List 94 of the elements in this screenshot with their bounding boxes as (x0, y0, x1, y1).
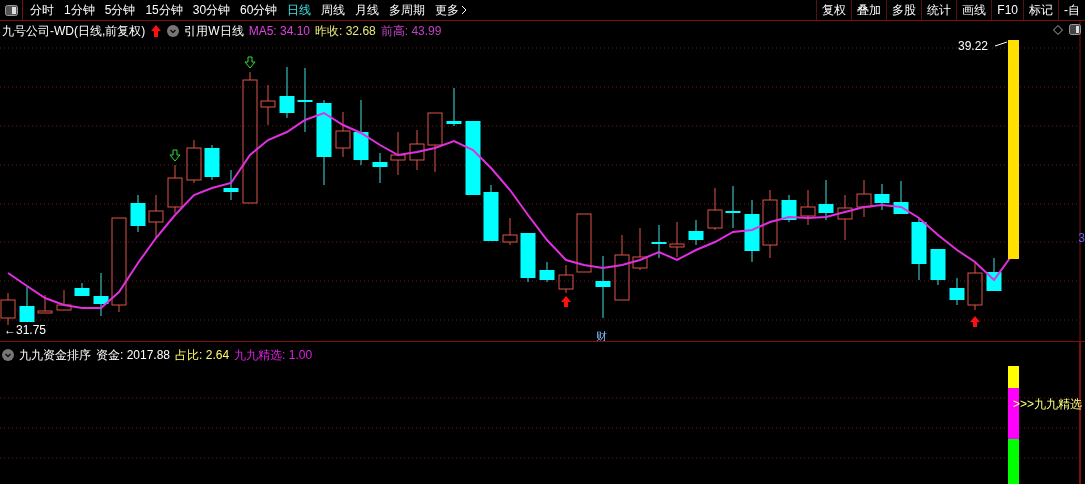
period-tab[interactable]: 1分钟 (59, 1, 100, 19)
candlestick (781, 194, 797, 223)
candlestick (725, 185, 741, 229)
indicator-name: 九九资金排序 (19, 347, 91, 364)
candlestick (893, 180, 909, 215)
indicator-value: MA5: 34.10 (248, 23, 311, 40)
candlestick (856, 179, 872, 218)
candlestick (707, 187, 723, 231)
indicator-value: 占比: 2.64 (175, 347, 230, 364)
candlestick (0, 292, 16, 326)
period-tab[interactable]: 5分钟 (99, 1, 141, 19)
toolbar-button[interactable]: -自 (1058, 0, 1085, 20)
candlestick (130, 194, 146, 233)
candlestick (93, 272, 109, 317)
candlestick (372, 152, 388, 184)
period-tab[interactable]: 多周期 (384, 1, 431, 19)
candlestick (669, 221, 685, 258)
candlestick (279, 66, 295, 119)
period-tab[interactable]: 分时 (25, 1, 59, 19)
price-label: 39.22 (958, 39, 989, 53)
period-tab[interactable]: 周线 (316, 1, 351, 19)
indicator-value: 九九精选: 1.00 (234, 347, 313, 364)
candlestick (186, 139, 202, 184)
candlestick (19, 286, 35, 323)
candlestick (353, 99, 369, 166)
candlestick (688, 219, 704, 246)
candlestick (595, 255, 611, 319)
candlestick (520, 232, 536, 283)
up-arrow-icon (561, 296, 571, 307)
panel-toggle-icon[interactable] (4, 4, 18, 16)
candlestick (390, 131, 406, 176)
indicator-value: 资金: 2017.88 (96, 347, 171, 364)
period-tab[interactable]: 月线 (350, 1, 385, 19)
axis-label: 3 (1078, 230, 1085, 247)
candlestick (260, 84, 276, 126)
period-tab[interactable]: 15分钟 (140, 1, 188, 19)
candlestick (762, 189, 778, 259)
toolbar-button[interactable]: 画线 (956, 0, 992, 20)
candlestick (56, 289, 72, 311)
candlestick (986, 257, 1002, 292)
candlestick (335, 111, 351, 158)
indicator-value: 前高: 43.99 (380, 23, 442, 40)
toolbar-button[interactable]: F10 (991, 0, 1023, 20)
period-tab[interactable]: 30分钟 (187, 1, 236, 19)
candlestick (148, 194, 164, 238)
event-marker[interactable]: 财 (596, 330, 607, 341)
candlestick (632, 227, 648, 271)
candlestick (74, 282, 90, 297)
indicator-value: 昨收: 32.68 (315, 23, 376, 40)
candlestick (949, 277, 965, 306)
chevron-circle-icon[interactable] (2, 349, 14, 361)
candlestick (558, 264, 574, 294)
toolbar-button[interactable]: 复权 (816, 0, 852, 20)
candlestick (427, 112, 443, 173)
candlestick (37, 294, 53, 314)
period-tab[interactable]: 日线 (282, 1, 317, 19)
candlestick (167, 164, 183, 214)
candlestick (409, 129, 425, 171)
leader-line (994, 41, 1008, 47)
candlestick (874, 183, 890, 211)
candlestick (539, 261, 555, 283)
candlestick (576, 213, 592, 273)
panel-toggle-icon[interactable] (1069, 24, 1081, 35)
candlestick (614, 234, 630, 301)
up-arrow-icon (970, 316, 980, 327)
candlestick (483, 184, 499, 242)
candlestick (911, 217, 927, 281)
toolbar-button[interactable]: 多股 (886, 0, 922, 20)
period-tab[interactable]: 更多 (430, 1, 473, 19)
toolbar-button[interactable]: 统计 (921, 0, 957, 20)
toolbar-button[interactable]: 叠加 (851, 0, 887, 20)
candlestick (502, 217, 518, 246)
candlestick (837, 194, 853, 241)
chevron-right-icon (461, 5, 468, 15)
price-label: ←31.75 (4, 323, 47, 337)
candlestick (744, 199, 760, 263)
candlestick (967, 261, 983, 311)
candlestick (800, 189, 816, 226)
candlestick (446, 87, 462, 127)
indicator-name: 引用W日线 (184, 23, 244, 40)
candlestick (930, 248, 946, 286)
candlestick (651, 224, 667, 259)
chevron-circle-icon[interactable] (167, 25, 180, 37)
down-arrow-icon (169, 149, 181, 162)
candlestick (204, 144, 220, 181)
candlestick (297, 67, 313, 133)
candlestick (818, 179, 834, 221)
diamond-icon[interactable] (1053, 24, 1063, 35)
toolbar-button[interactable]: 标记 (1023, 0, 1058, 20)
up-arrow-icon (151, 25, 162, 37)
chart-title: 九号公司-WD(日线,前复权) (2, 23, 146, 40)
candlestick (223, 169, 239, 201)
period-tab[interactable]: 60分钟 (235, 1, 283, 19)
down-arrow-icon (244, 56, 256, 69)
